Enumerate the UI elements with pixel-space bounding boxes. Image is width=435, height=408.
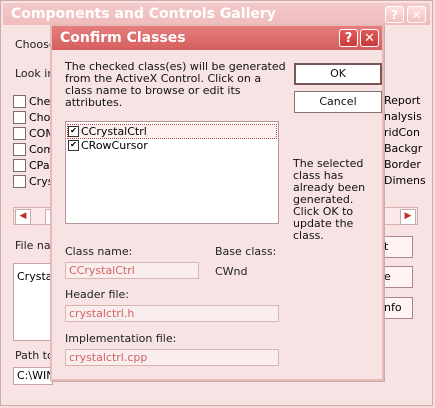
file-list-item[interactable]: Crystal [14,264,56,289]
cancel-button[interactable]: Cancel [294,91,382,113]
file-list[interactable]: Crystal [13,263,56,341]
dialog-title: Confirm Classes [60,30,186,46]
class-checkbox[interactable]: ✔ [68,126,79,137]
list-item[interactable]: Backgr [384,141,426,157]
dialog-description: The checked class(es) will be generated … [65,60,286,109]
implementation-file-field[interactable]: crystalctrl.cpp [65,349,279,366]
class-item-label: CRowCursor [81,139,148,152]
close-icon: ✕ [411,8,422,22]
confirm-classes-dialog: Confirm Classes ? ✕ The checked class(es… [50,24,384,381]
component-list: Che Cho COM Com CPa Crys [13,93,55,189]
component-icon [13,94,26,108]
class-name-field[interactable]: CCrystalCtrl [65,262,199,279]
list-item[interactable]: Crys [13,173,55,189]
gallery-button-1[interactable]: t [379,236,413,258]
path-label: Path to [15,349,54,362]
list-item[interactable]: CPa [13,157,55,173]
component-icon [13,126,26,140]
ok-button[interactable]: OK [294,63,382,85]
component-icon [13,174,26,188]
class-item-ccrystalctrl[interactable]: ✔ CCrystalCtrl [67,124,277,139]
gallery-title: Components and Controls Gallery [11,6,276,22]
component-icon [13,158,26,172]
classes-list[interactable]: ✔ CCrystalCtrl ✔ CRowCursor [65,121,279,224]
help-icon: ? [391,8,398,22]
class-item-label: CCrystalCtrl [81,125,147,138]
scroll-right-arrow-icon[interactable]: ▶ [400,209,416,225]
list-item[interactable]: COM [13,125,55,141]
header-file-field[interactable]: crystalctrl.h [65,305,279,322]
base-class-value: CWnd [215,265,248,278]
component-list-right: Report nalysis ridCon Backgr Border Dime… [384,93,426,189]
scroll-left-arrow-icon[interactable]: ◀ [15,209,31,225]
list-item[interactable]: Dimens [384,173,426,189]
dialog-help-button[interactable]: ? [339,29,358,47]
list-item[interactable]: ridCon [384,125,426,141]
list-item[interactable]: Border [384,157,426,173]
class-item-crowcursor[interactable]: ✔ CRowCursor [68,139,148,152]
dialog-titlebar: Confirm Classes ? ✕ [52,26,382,50]
class-name-label: Class name: [65,245,133,258]
help-icon: ? [344,31,353,46]
path-field[interactable]: C:\WIN [13,367,54,385]
gallery-help-button[interactable]: ? [385,6,404,23]
base-class-label: Base class: [215,245,277,258]
header-file-label: Header file: [65,288,130,301]
list-item[interactable]: Report [384,93,426,109]
implementation-file-label: Implementation file: [65,332,177,345]
list-item[interactable]: Che [13,93,55,109]
gallery-button-2[interactable]: e [379,266,413,288]
look-in-label: Look in [15,67,55,80]
component-icon [13,142,26,156]
status-note: The selected class has already been gene… [293,157,366,242]
dialog-close-button[interactable]: ✕ [360,29,379,47]
list-item[interactable]: nalysis [384,109,426,125]
gallery-titlebar: Components and Controls Gallery ? ✕ [3,3,430,25]
class-checkbox[interactable]: ✔ [68,140,79,151]
close-icon: ✕ [364,31,375,46]
list-item[interactable]: Com [13,141,55,157]
component-icon [13,110,26,124]
more-info-button[interactable]: nfo [379,297,413,319]
list-item[interactable]: Cho [13,109,55,125]
gallery-close-button[interactable]: ✕ [407,6,426,23]
